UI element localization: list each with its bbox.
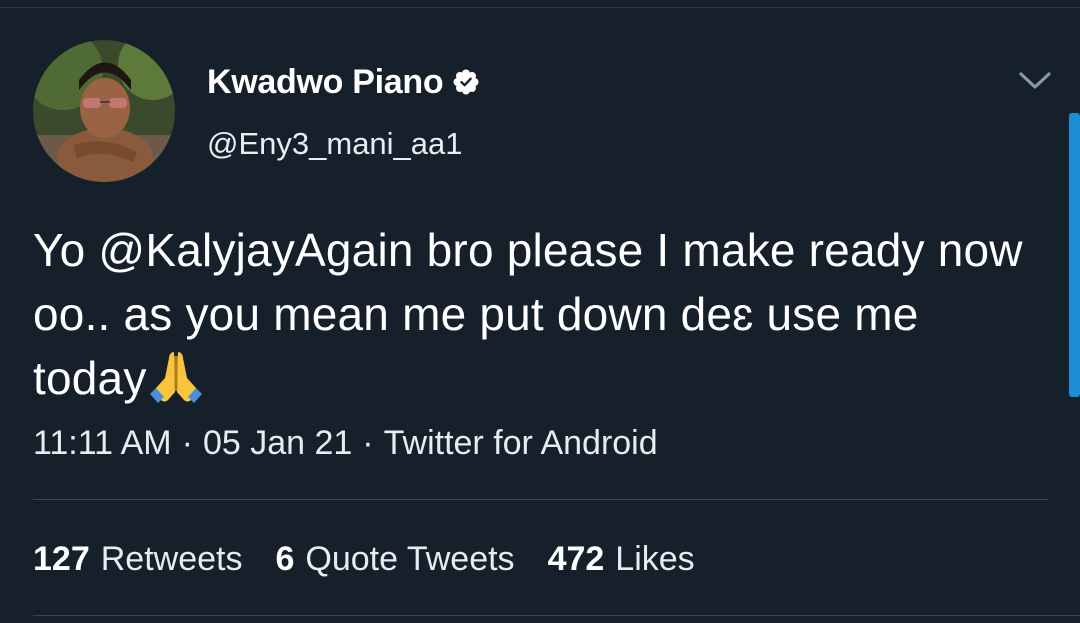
avatar-photo	[33, 40, 175, 182]
tweet-metadata: 11:11 AM · 05 Jan 21 · Twitter for Andro…	[33, 424, 658, 463]
verified-badge-icon	[453, 69, 479, 95]
likes-stat[interactable]: 472 Likes	[548, 540, 695, 579]
meta-separator: ·	[181, 424, 193, 462]
author-display-name[interactable]: Kwadwo Piano	[207, 63, 444, 102]
likes-count: 472	[547, 540, 605, 578]
quote-tweets-label: Quote Tweets	[305, 540, 515, 578]
folded-hands-icon	[147, 346, 205, 404]
meta-separator: ·	[362, 424, 374, 462]
avatar[interactable]	[33, 40, 175, 182]
quote-tweets-stat[interactable]: 6 Quote Tweets	[275, 540, 514, 579]
divider	[33, 499, 1048, 500]
tweet-text: Yo @KalyjayAgain bro please I make ready…	[33, 218, 1043, 410]
quote-tweets-count: 6	[275, 540, 295, 578]
scrollbar[interactable]	[1069, 113, 1080, 397]
author-name-row[interactable]: Kwadwo Piano	[207, 62, 479, 102]
top-divider	[0, 0, 1080, 8]
chevron-down-icon[interactable]	[1015, 66, 1055, 94]
tweet-time: 11:11 AM	[33, 424, 172, 462]
retweets-count: 127	[33, 540, 90, 578]
retweets-label: Retweets	[100, 540, 243, 578]
retweets-stat[interactable]: 127 Retweets	[33, 540, 242, 579]
divider	[33, 615, 1080, 616]
author-handle[interactable]: @Eny3_mani_aa1	[207, 126, 463, 162]
tweet-source-link[interactable]: Twitter for Android	[384, 424, 658, 463]
engagement-stats: 127 Retweets 6 Quote Tweets 472 Likes	[33, 540, 728, 579]
tweet-date: 05 Jan 21	[202, 424, 353, 462]
tweet-detail-view: Kwadwo Piano @Eny3_mani_aa1 Yo @KalyjayA…	[0, 0, 1080, 623]
likes-label: Likes	[615, 540, 695, 578]
